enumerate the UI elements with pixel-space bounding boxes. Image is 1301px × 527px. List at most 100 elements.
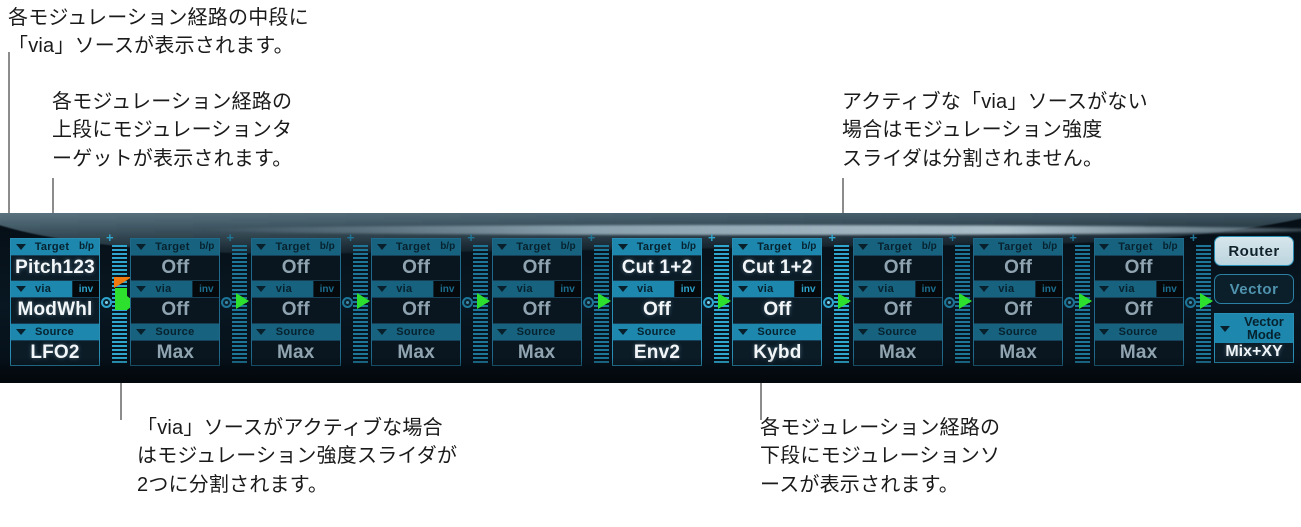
- chevron-down-icon[interactable]: [853, 323, 873, 340]
- slider-handle-amount[interactable]: [597, 293, 611, 309]
- vector-mode-dropdown[interactable]: Vector Mode Mix+XY: [1214, 313, 1294, 363]
- target-value[interactable]: Off: [974, 256, 1062, 280]
- via-value[interactable]: Off: [372, 298, 460, 322]
- via-row-header[interactable]: via inv: [251, 281, 340, 299]
- chevron-down-icon[interactable]: [131, 281, 151, 298]
- slider-handle-amount[interactable]: [356, 293, 370, 309]
- slider-center-dot[interactable]: [703, 297, 714, 308]
- chevron-down-icon[interactable]: [131, 323, 151, 340]
- chevron-down-icon[interactable]: [251, 281, 271, 298]
- modulation-amount-slider[interactable]: +: [1184, 231, 1214, 371]
- target-value[interactable]: Cut 1+2: [613, 256, 701, 280]
- chevron-down-icon[interactable]: [492, 281, 512, 298]
- slider-center-dot[interactable]: [341, 297, 353, 308]
- chevron-down-icon[interactable]: [1215, 314, 1235, 343]
- slider-handle-amount[interactable]: [718, 293, 731, 309]
- chevron-down-icon[interactable]: [372, 323, 392, 340]
- modulation-amount-slider[interactable]: +: [221, 231, 250, 371]
- slider-handle-amount[interactable]: [1199, 293, 1213, 309]
- bipolar-toggle[interactable]: b/p: [555, 239, 581, 255]
- target-row-header[interactable]: Target b/p: [251, 239, 340, 256]
- target-row-header[interactable]: Target b/p: [613, 239, 701, 256]
- chevron-down-icon[interactable]: [131, 239, 151, 255]
- chevron-down-icon[interactable]: [372, 239, 392, 255]
- vector-button[interactable]: Vector: [1214, 274, 1294, 304]
- via-row-header[interactable]: via inv: [372, 281, 461, 299]
- slider-center-dot[interactable]: [823, 297, 835, 308]
- slider-center-dot[interactable]: [1184, 297, 1196, 308]
- slider-handle-via[interactable]: [114, 277, 132, 288]
- chevron-down-icon[interactable]: [11, 323, 30, 340]
- invert-toggle[interactable]: inv: [1155, 281, 1183, 298]
- chevron-down-icon[interactable]: [613, 281, 632, 298]
- modulation-amount-slider[interactable]: +: [582, 231, 612, 371]
- target-row-header[interactable]: Target b/p: [853, 239, 942, 256]
- chevron-down-icon[interactable]: [974, 281, 994, 298]
- invert-toggle[interactable]: inv: [674, 281, 701, 298]
- via-value[interactable]: ModWhl: [11, 298, 99, 322]
- slider-handle-amount[interactable]: [838, 293, 852, 309]
- bipolar-toggle[interactable]: b/p: [435, 239, 461, 255]
- slider-handle-amount[interactable]: [1079, 293, 1093, 309]
- chevron-down-icon[interactable]: [492, 239, 512, 255]
- source-row-header[interactable]: Source: [974, 323, 1063, 341]
- target-value[interactable]: Off: [1095, 256, 1183, 280]
- chevron-down-icon[interactable]: [11, 281, 30, 298]
- target-row-header[interactable]: Target b/p: [733, 239, 822, 256]
- slider-handle-amount[interactable]: [477, 293, 491, 309]
- chevron-down-icon[interactable]: [733, 323, 753, 340]
- target-row-header[interactable]: Target b/p: [1094, 239, 1183, 256]
- source-row-header[interactable]: Source: [733, 323, 822, 341]
- via-row-header[interactable]: via inv: [853, 281, 942, 299]
- bipolar-toggle[interactable]: b/p: [676, 239, 701, 255]
- target-value[interactable]: Cut 1+2: [733, 256, 821, 280]
- via-value[interactable]: Off: [974, 298, 1062, 322]
- target-value[interactable]: Off: [854, 256, 942, 280]
- chevron-down-icon[interactable]: [251, 323, 271, 340]
- source-row-header[interactable]: Source: [131, 323, 220, 341]
- bipolar-toggle[interactable]: b/p: [1157, 239, 1183, 255]
- modulation-amount-slider[interactable]: +: [341, 231, 371, 371]
- via-row-header[interactable]: via inv: [11, 281, 99, 299]
- invert-toggle[interactable]: inv: [794, 281, 822, 298]
- chevron-down-icon[interactable]: [613, 239, 632, 255]
- source-row-header[interactable]: Source: [492, 323, 581, 341]
- chevron-down-icon[interactable]: [733, 239, 753, 255]
- via-row-header[interactable]: via inv: [733, 281, 822, 299]
- bipolar-toggle[interactable]: b/p: [916, 239, 942, 255]
- source-row-header[interactable]: Source: [372, 323, 461, 341]
- slider-center-dot[interactable]: [462, 297, 474, 308]
- target-row-header[interactable]: Target b/p: [492, 239, 581, 256]
- modulation-amount-slider[interactable]: +: [462, 231, 491, 371]
- slider-handle-amount[interactable]: [958, 293, 972, 309]
- modulation-amount-slider[interactable]: +: [823, 231, 852, 371]
- source-row-header[interactable]: Source: [1094, 323, 1183, 341]
- via-row-header[interactable]: via inv: [613, 281, 701, 299]
- slider-center-dot[interactable]: [943, 297, 955, 308]
- chevron-down-icon[interactable]: [372, 281, 392, 298]
- source-row-header[interactable]: Source: [11, 323, 99, 341]
- chevron-down-icon[interactable]: [1094, 239, 1114, 255]
- chevron-down-icon[interactable]: [974, 323, 994, 340]
- target-row-header[interactable]: Target b/p: [131, 239, 220, 256]
- invert-toggle[interactable]: inv: [192, 281, 220, 298]
- via-value[interactable]: Off: [854, 298, 942, 322]
- via-row-header[interactable]: via inv: [974, 281, 1063, 299]
- chevron-down-icon[interactable]: [492, 323, 512, 340]
- invert-toggle[interactable]: inv: [72, 281, 99, 298]
- target-value[interactable]: Pitch123: [11, 256, 99, 280]
- slider-center-dot[interactable]: [221, 297, 233, 308]
- via-value[interactable]: Off: [252, 298, 340, 322]
- invert-toggle[interactable]: inv: [433, 281, 461, 298]
- bipolar-toggle[interactable]: b/p: [1037, 239, 1063, 255]
- chevron-down-icon[interactable]: [1094, 281, 1114, 298]
- bipolar-toggle[interactable]: b/p: [314, 239, 340, 255]
- router-button[interactable]: Router: [1214, 236, 1294, 266]
- via-row-header[interactable]: via inv: [131, 281, 220, 299]
- via-value[interactable]: Off: [131, 298, 219, 322]
- slider-handle-amount[interactable]: [115, 288, 136, 310]
- target-row-header[interactable]: Target b/p: [11, 239, 99, 256]
- slider-handle-amount[interactable]: [236, 293, 250, 309]
- via-value[interactable]: Off: [613, 298, 701, 322]
- source-row-header[interactable]: Source: [613, 323, 701, 341]
